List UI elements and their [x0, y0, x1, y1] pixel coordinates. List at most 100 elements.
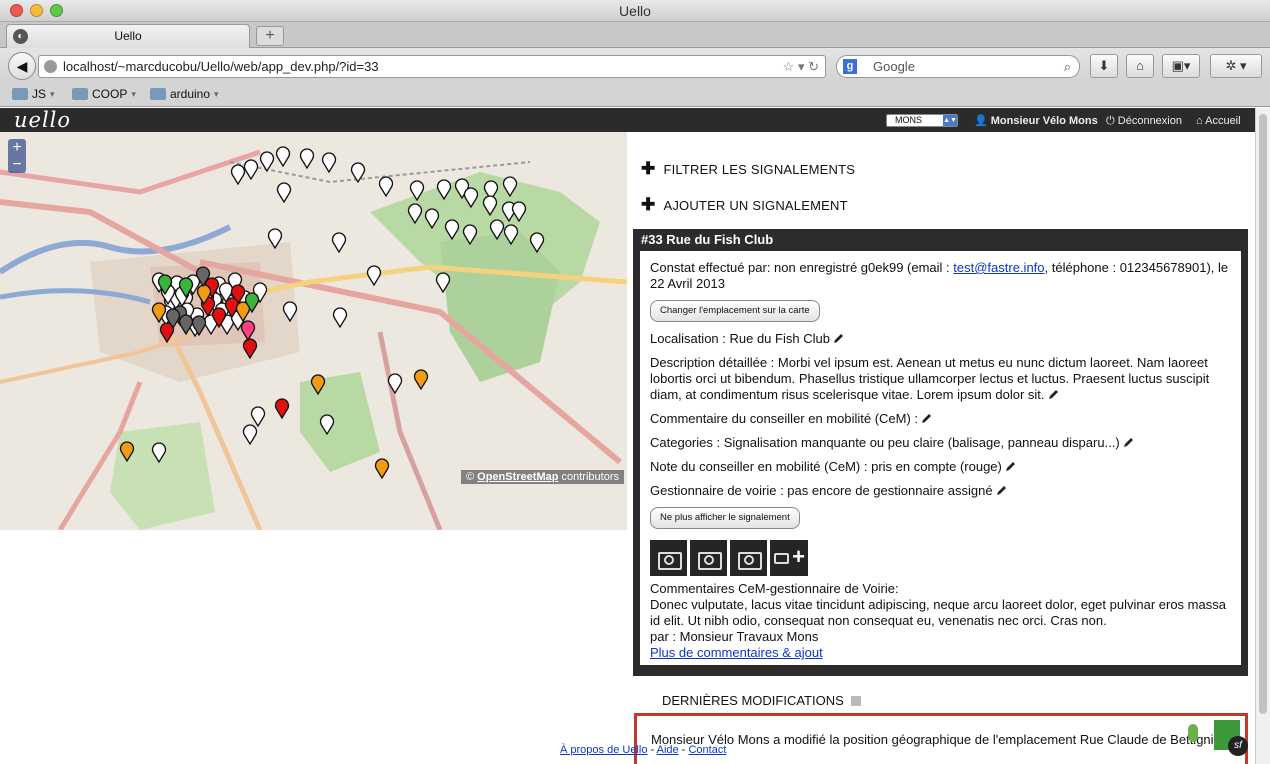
edit-pencil-icon[interactable] — [1005, 460, 1017, 472]
download-button[interactable]: ⬇ — [1090, 54, 1118, 78]
about-link[interactable]: À propos de Uello — [560, 744, 647, 756]
url-tools: ☆ ▾ ↻ — [783, 56, 819, 77]
plus-icon: ✚ — [641, 159, 656, 178]
cem-comment-text: Commentaire du conseiller en mobilité (C… — [650, 411, 919, 426]
window-titlebar: Uello — [0, 0, 1270, 22]
user-name: Monsieur Vélo Mons — [990, 115, 1098, 127]
footer-separator: - — [650, 744, 655, 756]
help-link[interactable]: Aide — [657, 744, 679, 756]
city-select[interactable]: MONS ▲▼ — [886, 114, 958, 127]
report-body: Constat effectué par: non enregistré g0e… — [640, 251, 1241, 665]
home-icon: ⌂ — [1196, 115, 1203, 127]
home-button[interactable]: ⌂ — [1126, 54, 1154, 78]
page-scrollbar[interactable] — [1255, 108, 1270, 764]
search-icon[interactable]: ⌕ — [1064, 56, 1071, 77]
contact-link[interactable]: Contact — [688, 744, 726, 756]
recent-title: DERNIÈRES MODIFICATIONS — [662, 693, 844, 708]
bookmark-folder-arduino[interactable]: arduino ▾ — [150, 87, 219, 101]
photo-camera-icon[interactable] — [730, 540, 767, 576]
bookmark-folder-js[interactable]: JS ▾ — [12, 87, 55, 101]
note-text: Note du conseiller en mobilité (CeM) : p… — [650, 459, 1002, 474]
favicon-icon: ◐ — [13, 29, 28, 44]
description-text: Description détaillée : Morbi vel ipsum … — [650, 355, 1210, 402]
edit-pencil-icon[interactable] — [921, 412, 933, 424]
cyclist-icon — [1188, 724, 1198, 742]
osm-link[interactable]: OpenStreetMap — [477, 471, 558, 483]
bookmarks-menu-button[interactable]: ▣▾ — [1162, 54, 1200, 78]
new-tab-button[interactable]: + — [256, 26, 284, 46]
comments-author: par : Monsieur Travaux Mons — [650, 629, 819, 644]
window-title: Uello — [619, 3, 651, 19]
rss-icon[interactable] — [851, 696, 862, 706]
logout-label: Déconnexion — [1117, 115, 1182, 127]
change-location-button[interactable]: Changer l'emplacement sur la carte — [650, 300, 820, 322]
folder-icon — [72, 88, 88, 100]
search-placeholder: Google — [873, 59, 915, 74]
camera-icon — [774, 553, 789, 564]
map-attribution: © OpenStreetMap contributors — [460, 470, 624, 484]
bookmark-label: JS — [32, 87, 47, 101]
address-bar[interactable]: localhost/~marcducobu/Uello/web/app_dev.… — [38, 55, 826, 78]
globe-icon — [44, 60, 57, 73]
footer-separator: - — [681, 744, 686, 756]
add-photo-button[interactable]: + — [770, 540, 808, 576]
photo-camera-icon[interactable] — [650, 540, 687, 576]
url-text: localhost/~marcducobu/Uello/web/app_dev.… — [63, 59, 379, 74]
recent-changes-heading: DERNIÈRES MODIFICATIONS — [662, 693, 862, 708]
photo-camera-icon[interactable] — [690, 540, 727, 576]
power-icon: ⏻ — [1106, 115, 1115, 127]
folder-icon — [12, 88, 28, 100]
app-header: uello MONS ▲▼ 👤 Monsieur Vélo Mons ⏻ Déc… — [0, 108, 1255, 132]
browser-tab[interactable]: ◐ Uello — [6, 24, 250, 48]
logout-link[interactable]: ⏻ Déconnexion — [1106, 108, 1182, 134]
edit-pencil-icon[interactable] — [1048, 388, 1060, 400]
categories-text: Categories : Signalisation manquante ou … — [650, 435, 1120, 450]
reporter-email-link[interactable]: test@fastre.info — [953, 260, 1044, 275]
scrollbar-thumb[interactable] — [1259, 114, 1267, 714]
zoom-window-button[interactable] — [50, 4, 63, 17]
tab-bar: ◐ Uello + — [0, 22, 1270, 48]
report-localisation: Localisation : Rue du Fish Club — [650, 331, 1231, 347]
report-panel: #33 Rue du Fish Club Constat effectué pa… — [633, 229, 1248, 676]
constat-text: Constat effectué par: non enregistré g0e… — [650, 260, 954, 275]
edit-pencil-icon[interactable] — [1123, 436, 1135, 448]
tab-label: Uello — [114, 29, 142, 43]
hide-report-button[interactable]: Ne plus afficher le signalement — [650, 507, 800, 529]
page-footer: À propos de Uello - Aide - Contact — [560, 744, 726, 756]
close-window-button[interactable] — [10, 4, 23, 17]
bookmark-folder-coop[interactable]: COOP ▾ — [72, 87, 136, 101]
home-label: Accueil — [1205, 115, 1241, 127]
report-constat: Constat effectué par: non enregistré g0e… — [650, 260, 1231, 292]
bookmark-star-icon[interactable]: ☆ — [783, 59, 795, 74]
back-button[interactable]: ◀ — [8, 52, 36, 80]
dropdown-arrow-icon[interactable]: ▾ — [798, 59, 805, 74]
minimize-window-button[interactable] — [30, 4, 43, 17]
report-title: #33 Rue du Fish Club — [641, 232, 774, 247]
zoom-in-button[interactable]: + — [8, 139, 26, 156]
edit-pencil-icon[interactable] — [996, 484, 1008, 496]
user-link[interactable]: 👤 Monsieur Vélo Mons — [974, 108, 1098, 134]
plus-icon: ✚ — [641, 195, 656, 214]
gracq-logo: sf — [1136, 720, 1248, 764]
addon-button[interactable]: ✲ ▾ — [1210, 54, 1262, 78]
map-zoom-control: + − — [8, 139, 26, 173]
comments-text: Donec vulputate, lacus vitae tincidunt a… — [650, 597, 1226, 628]
app-logo[interactable]: uello — [14, 108, 71, 132]
more-comments-link[interactable]: Plus de commentaires & ajout — [650, 645, 823, 660]
localisation-text: Localisation : Rue du Fish Club — [650, 331, 830, 346]
comments-block: Commentaires CeM-gestionnaire de Voirie:… — [650, 581, 1231, 661]
home-link[interactable]: ⌂ Accueil — [1196, 108, 1241, 134]
report-note: Note du conseiller en mobilité (CeM) : p… — [650, 459, 1231, 475]
filter-toggle[interactable]: ✚ FILTRER LES SIGNALEMENTS — [641, 159, 855, 179]
search-box[interactable]: g Google ⌕ — [836, 55, 1080, 78]
edit-pencil-icon[interactable] — [833, 332, 845, 344]
reload-icon[interactable]: ↻ — [808, 59, 819, 74]
map-view[interactable]: + − © OpenStreetMap contributors — [0, 132, 627, 530]
report-description: Description détaillée : Morbi vel ipsum … — [650, 355, 1231, 403]
zoom-out-button[interactable]: − — [8, 156, 26, 173]
google-icon[interactable]: g — [843, 59, 857, 74]
attribution-suffix: contributors — [561, 471, 619, 483]
symfony-icon: sf — [1228, 736, 1248, 756]
user-icon: 👤 — [974, 115, 988, 127]
add-report-toggle[interactable]: ✚ AJOUTER UN SIGNALEMENT — [641, 195, 848, 215]
